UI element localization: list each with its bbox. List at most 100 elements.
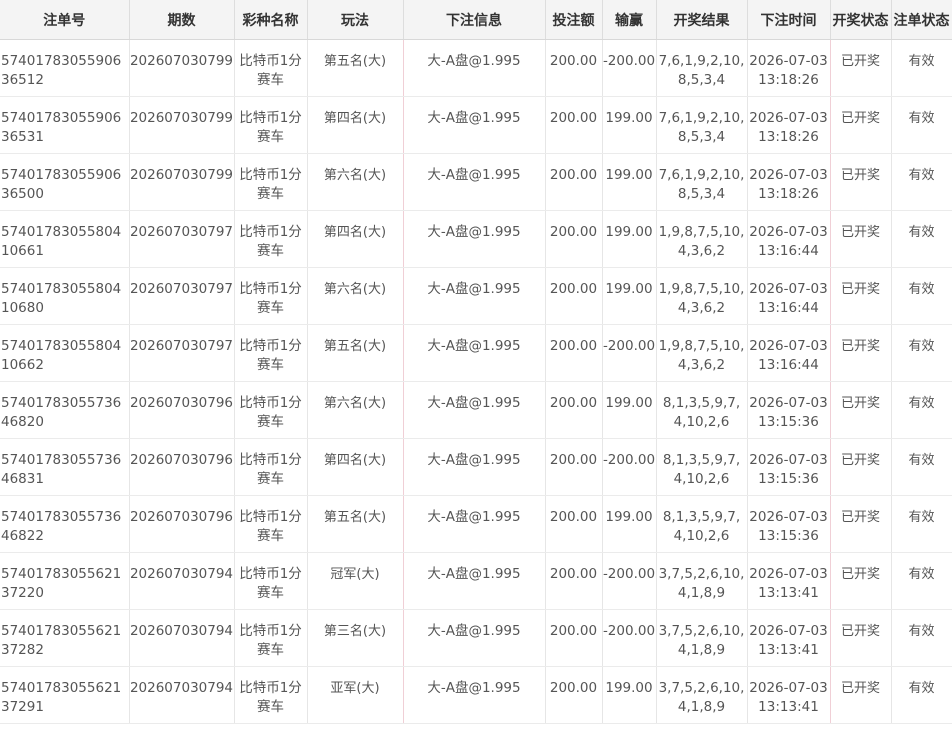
period-cell: 202607030796	[129, 381, 235, 439]
table-row[interactable]: 5740178305562137220 202607030794 比特币1分赛车 冠军…	[0, 552, 952, 610]
order-no-cell: 5740178305580410662	[0, 324, 130, 382]
table-row[interactable]: 5740178305573646822 202607030796 比特币1分赛车 第五…	[0, 495, 952, 553]
draw-status-cell-text: 已开奖	[840, 510, 880, 525]
period-cell-text: 202607030797	[129, 281, 234, 297]
order-no-cell: 5740178305562137220	[0, 552, 130, 610]
table-row[interactable]: 5740178305590636512 202607030799 比特币1分赛车 第五…	[0, 39, 952, 97]
bet-amount-cell-text: 200.00	[549, 281, 598, 297]
period-cell-text: 202607030797	[129, 224, 234, 240]
win-loss-cell-text: -200.00	[602, 566, 656, 582]
bet-time-cell: 2026-07-03 13:13:41	[747, 552, 831, 610]
header-bet-info[interactable]: 下注信息	[403, 0, 546, 40]
header-play-type[interactable]: 玩法	[307, 0, 404, 40]
draw-status-cell: 已开奖	[830, 381, 892, 439]
period-cell-text: 202607030799	[129, 53, 234, 69]
draw-status-cell: 已开奖	[830, 552, 892, 610]
bet-info-cell: 大-A盘@1.995	[403, 666, 546, 724]
win-loss-cell: 199.00	[602, 267, 657, 325]
bet-time-cell-text: 2026-07-03 13:15:36	[749, 509, 828, 544]
draw-result-cell: 3,7,5,2,6,10,4,1,8,9	[656, 666, 748, 724]
header-order-status[interactable]: 注单状态	[891, 0, 952, 40]
header-period[interactable]: 期数	[129, 0, 235, 40]
lottery-name-cell: 比特币1分赛车	[234, 324, 308, 382]
play-type-cell-text: 第三名(大)	[323, 624, 387, 639]
table-row[interactable]: 5740178305580410662 202607030797 比特币1分赛车 第五…	[0, 324, 952, 382]
lottery-name-cell-text: 比特币1分赛车	[239, 452, 302, 487]
play-type-cell: 第六名(大)	[307, 381, 404, 439]
bet-amount-cell-text: 200.00	[549, 53, 598, 69]
win-loss-cell-text: -200.00	[602, 452, 656, 468]
period-cell: 202607030797	[129, 267, 235, 325]
play-type-cell: 第六名(大)	[307, 267, 404, 325]
period-cell: 202607030799	[129, 96, 235, 154]
play-type-cell-text: 第五名(大)	[323, 54, 387, 69]
table-row[interactable]: 5740178305580410680 202607030797 比特币1分赛车 第六…	[0, 267, 952, 325]
table-row[interactable]: 5740178305562137291 202607030794 比特币1分赛车 亚军…	[0, 666, 952, 724]
win-loss-cell-text: 199.00	[605, 167, 653, 183]
header-lottery-name[interactable]: 彩种名称	[234, 0, 308, 40]
header-row: 注单号 期数 彩种名称 玩法 下注信息 投注额 输赢 开奖结果 下注时间 开奖状…	[0, 0, 952, 40]
bet-info-cell: 大-A盘@1.995	[403, 495, 546, 553]
bet-info-cell-text: 大-A盘@1.995	[427, 452, 521, 468]
bet-time-cell: 2026-07-03 13:16:44	[747, 324, 831, 382]
order-no-cell: 5740178305590636531	[0, 96, 130, 154]
draw-status-cell-text: 已开奖	[840, 54, 880, 69]
period-cell-text: 202607030796	[129, 395, 234, 411]
draw-result-cell-text: 1,9,8,7,5,10,4,3,6,2	[658, 338, 745, 373]
bet-time-cell-text: 2026-07-03 13:16:44	[749, 338, 828, 373]
order-no-cell-text: 5740178305573646822	[1, 509, 122, 544]
draw-status-cell: 已开奖	[830, 495, 892, 553]
order-status-cell: 有效	[891, 39, 952, 97]
draw-result-cell-text: 1,9,8,7,5,10,4,3,6,2	[658, 224, 745, 259]
bet-time-cell: 2026-07-03 13:13:41	[747, 609, 831, 667]
table-row[interactable]: 5740178305562137282 202607030794 比特币1分赛车 第三…	[0, 609, 952, 667]
table-row[interactable]: 5740178305573646831 202607030796 比特币1分赛车 第四…	[0, 438, 952, 496]
order-no-cell: 5740178305580410680	[0, 267, 130, 325]
order-no-cell-text: 5740178305562137220	[1, 566, 122, 601]
win-loss-cell-text: -200.00	[602, 53, 656, 69]
order-no-cell: 5740178305562137282	[0, 609, 130, 667]
draw-result-cell-text: 7,6,1,9,2,10,8,5,3,4	[658, 110, 745, 145]
draw-result-cell: 8,1,3,5,9,7,4,10,2,6	[656, 381, 748, 439]
play-type-cell-text: 第六名(大)	[323, 396, 387, 411]
header-draw-status[interactable]: 开奖状态	[830, 0, 892, 40]
bet-info-cell: 大-A盘@1.995	[403, 609, 546, 667]
bet-amount-cell: 200.00	[545, 324, 603, 382]
win-loss-cell: -200.00	[602, 324, 657, 382]
play-type-cell: 第四名(大)	[307, 438, 404, 496]
header-order-no[interactable]: 注单号	[0, 0, 130, 40]
draw-status-cell-text: 已开奖	[840, 453, 880, 468]
table-row[interactable]: 5740178305580410661 202607030797 比特币1分赛车 第四…	[0, 210, 952, 268]
table-row[interactable]: 5740178305590636531 202607030799 比特币1分赛车 第四…	[0, 96, 952, 154]
lottery-name-cell-text: 比特币1分赛车	[239, 509, 302, 544]
bet-amount-cell-text: 200.00	[549, 395, 598, 411]
header-win-loss[interactable]: 输赢	[602, 0, 657, 40]
bet-info-cell: 大-A盘@1.995	[403, 96, 546, 154]
order-no-cell: 5740178305573646820	[0, 381, 130, 439]
lottery-name-cell-text: 比特币1分赛车	[239, 623, 302, 658]
header-draw-result[interactable]: 开奖结果	[656, 0, 748, 40]
order-status-cell-text: 有效	[908, 396, 935, 411]
draw-status-cell-text: 已开奖	[840, 111, 880, 126]
table-row[interactable]: 5740178305573646820 202607030796 比特币1分赛车 第六…	[0, 381, 952, 439]
win-loss-cell: -200.00	[602, 438, 657, 496]
draw-status-cell: 已开奖	[830, 666, 892, 724]
header-bet-time[interactable]: 下注时间	[747, 0, 831, 40]
order-status-cell-text: 有效	[908, 225, 935, 240]
win-loss-cell: 199.00	[602, 666, 657, 724]
table-row[interactable]: 5740178305590636500 202607030799 比特币1分赛车 第六…	[0, 153, 952, 211]
bet-info-cell: 大-A盘@1.995	[403, 210, 546, 268]
period-cell-text: 202607030799	[129, 167, 234, 183]
order-status-cell-text: 有效	[908, 282, 935, 297]
period-cell: 202607030794	[129, 609, 235, 667]
order-no-cell-text: 5740178305590636531	[1, 110, 122, 145]
order-status-cell: 有效	[891, 153, 952, 211]
draw-result-cell-text: 7,6,1,9,2,10,8,5,3,4	[658, 167, 745, 202]
header-bet-amount[interactable]: 投注额	[545, 0, 603, 40]
bet-amount-cell-text: 200.00	[549, 167, 598, 183]
draw-status-cell-text: 已开奖	[840, 624, 880, 639]
play-type-cell-text: 第四名(大)	[323, 225, 387, 240]
bet-time-cell-text: 2026-07-03 13:16:44	[749, 281, 828, 316]
bet-info-cell: 大-A盘@1.995	[403, 324, 546, 382]
bet-info-cell: 大-A盘@1.995	[403, 438, 546, 496]
